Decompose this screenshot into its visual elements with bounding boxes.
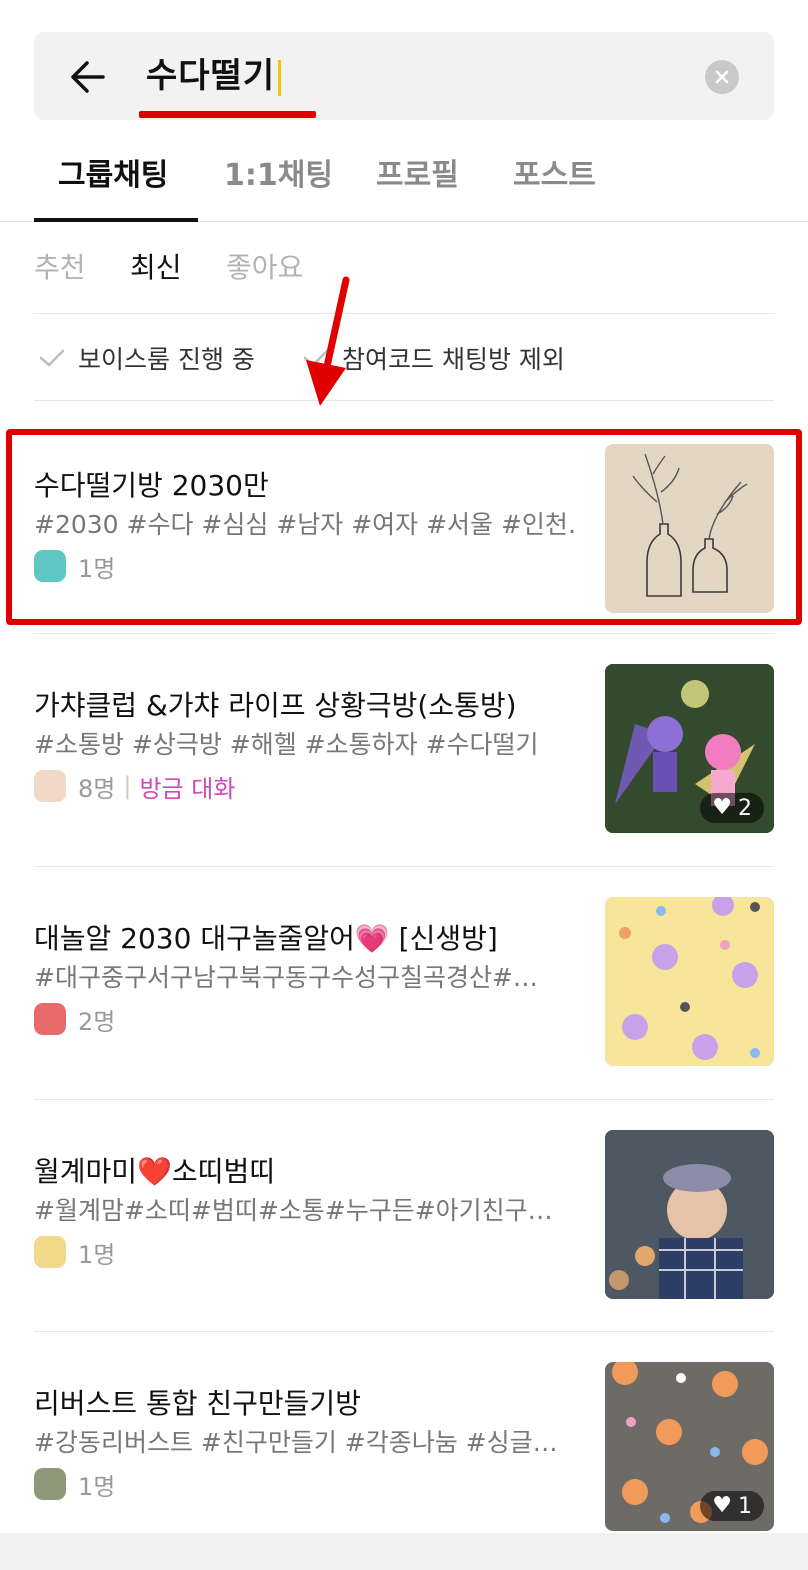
room-meta: 1명: [34, 1233, 115, 1271]
red-underline-annotation: [139, 111, 316, 118]
heart-emoji-icon: ❤️: [137, 1155, 172, 1188]
room-tags: #월계맘#소띠#범띠#소통#누구든#아기친구…: [34, 1196, 553, 1225]
member-count: 2명: [78, 1007, 116, 1036]
likes-count: 1: [738, 1493, 752, 1519]
room-title-part: [신생방]: [389, 922, 498, 955]
search-bar: [34, 32, 774, 120]
sort-likes[interactable]: 좋아요: [226, 248, 303, 288]
clear-icon[interactable]: [705, 60, 739, 94]
heart-icon: ♥: [712, 1493, 732, 1518]
avatar: [34, 1003, 66, 1035]
divider: [34, 866, 774, 867]
meta-separator: |: [123, 772, 132, 800]
divider: [34, 400, 774, 401]
room-tags: #강동리버스트 #친구만들기 #각종나눔 #싱글…: [34, 1428, 558, 1457]
sort-latest[interactable]: 최신: [130, 248, 182, 288]
search-input[interactable]: 수다떨기: [146, 52, 282, 100]
room-thumbnail: ♥ 2: [605, 664, 774, 833]
room-meta: 1명: [34, 1465, 115, 1503]
room-title-part: 대놀알 2030 대구놀줄알어: [34, 922, 355, 955]
room-title-part: 월계마미: [34, 1155, 138, 1188]
active-tab-indicator: [34, 218, 198, 222]
member-count: 8명: [78, 774, 116, 803]
likes-badge: ♥ 1: [700, 1491, 764, 1521]
divider: [34, 1331, 774, 1332]
list-item[interactable]: 리버스트 통합 친구만들기방 #강동리버스트 #친구만들기 #각종나눔 #싱글……: [34, 1362, 774, 1534]
divider: [34, 1099, 774, 1100]
avatar: [34, 1468, 66, 1500]
room-title: 가챠클럽 &가챠 라이프 상황극방(소통방): [34, 689, 517, 722]
room-title: 월계마미❤️소띠범띠: [34, 1152, 275, 1192]
recent-activity-status: 방금 대화: [139, 774, 236, 803]
tab-bar: 그룹채팅 1:1채팅 프로필 포스트: [0, 140, 808, 222]
room-title-part: 소띠범띠: [171, 1155, 275, 1188]
likes-badge: ♥ 2: [700, 793, 764, 823]
check-icon: [38, 347, 66, 369]
room-tags: #소통방 #상극방 #해헬 #소통하자 #수다떨기: [34, 730, 539, 759]
sort-recommended[interactable]: 추천: [34, 248, 86, 288]
list-item[interactable]: 대놀알 2030 대구놀줄알어💗 [신생방] #대구중구서구남구북구동구수성구칠…: [34, 897, 774, 1069]
avatar: [34, 1236, 66, 1268]
avatar: [34, 770, 66, 802]
back-arrow-icon[interactable]: [62, 54, 112, 100]
room-meta: 2명: [34, 1000, 115, 1038]
text-caret: [278, 59, 282, 96]
divider: [34, 633, 774, 634]
tab-one-on-one-chat[interactable]: 1:1채팅: [224, 154, 333, 198]
red-arrow-annotation: [306, 276, 350, 406]
room-title: 대놀알 2030 대구놀줄알어💗 [신생방]: [34, 919, 498, 959]
room-thumbnail: [605, 1130, 774, 1299]
tab-profile[interactable]: 프로필: [376, 154, 459, 198]
filter-voice-room[interactable]: 보이스룸 진행 중: [38, 338, 255, 378]
bottom-strip: [0, 1533, 808, 1570]
tab-post[interactable]: 포스트: [513, 154, 596, 198]
heart-icon: ♥: [712, 795, 732, 820]
list-item[interactable]: 가챠클럽 &가챠 라이프 상황극방(소통방) #소통방 #상극방 #해헬 #소통…: [34, 664, 774, 836]
room-thumbnail: ♥ 1: [605, 1362, 774, 1531]
member-count: 1명: [78, 1472, 116, 1501]
member-count: 1명: [78, 1240, 116, 1269]
likes-count: 2: [738, 795, 752, 821]
heart-emoji-icon: 💗: [354, 922, 390, 955]
search-query: 수다떨기: [146, 56, 276, 96]
room-thumbnail: [605, 897, 774, 1066]
red-box-annotation: [6, 429, 802, 625]
filter-exclude-code-rooms-label: 참여코드 채팅방 제외: [342, 345, 565, 374]
tab-group-chat[interactable]: 그룹채팅: [58, 154, 168, 198]
room-tags: #대구중구서구남구북구동구수성구칠곡경산#…: [34, 963, 538, 992]
filter-voice-room-label: 보이스룸 진행 중: [78, 345, 255, 374]
room-title: 리버스트 통합 친구만들기방: [34, 1387, 361, 1420]
divider: [34, 313, 774, 314]
room-meta: 8명 | 방금 대화: [34, 767, 235, 805]
list-item[interactable]: 월계마미❤️소띠범띠 #월계맘#소띠#범띠#소통#누구든#아기친구… 1명: [34, 1130, 774, 1302]
